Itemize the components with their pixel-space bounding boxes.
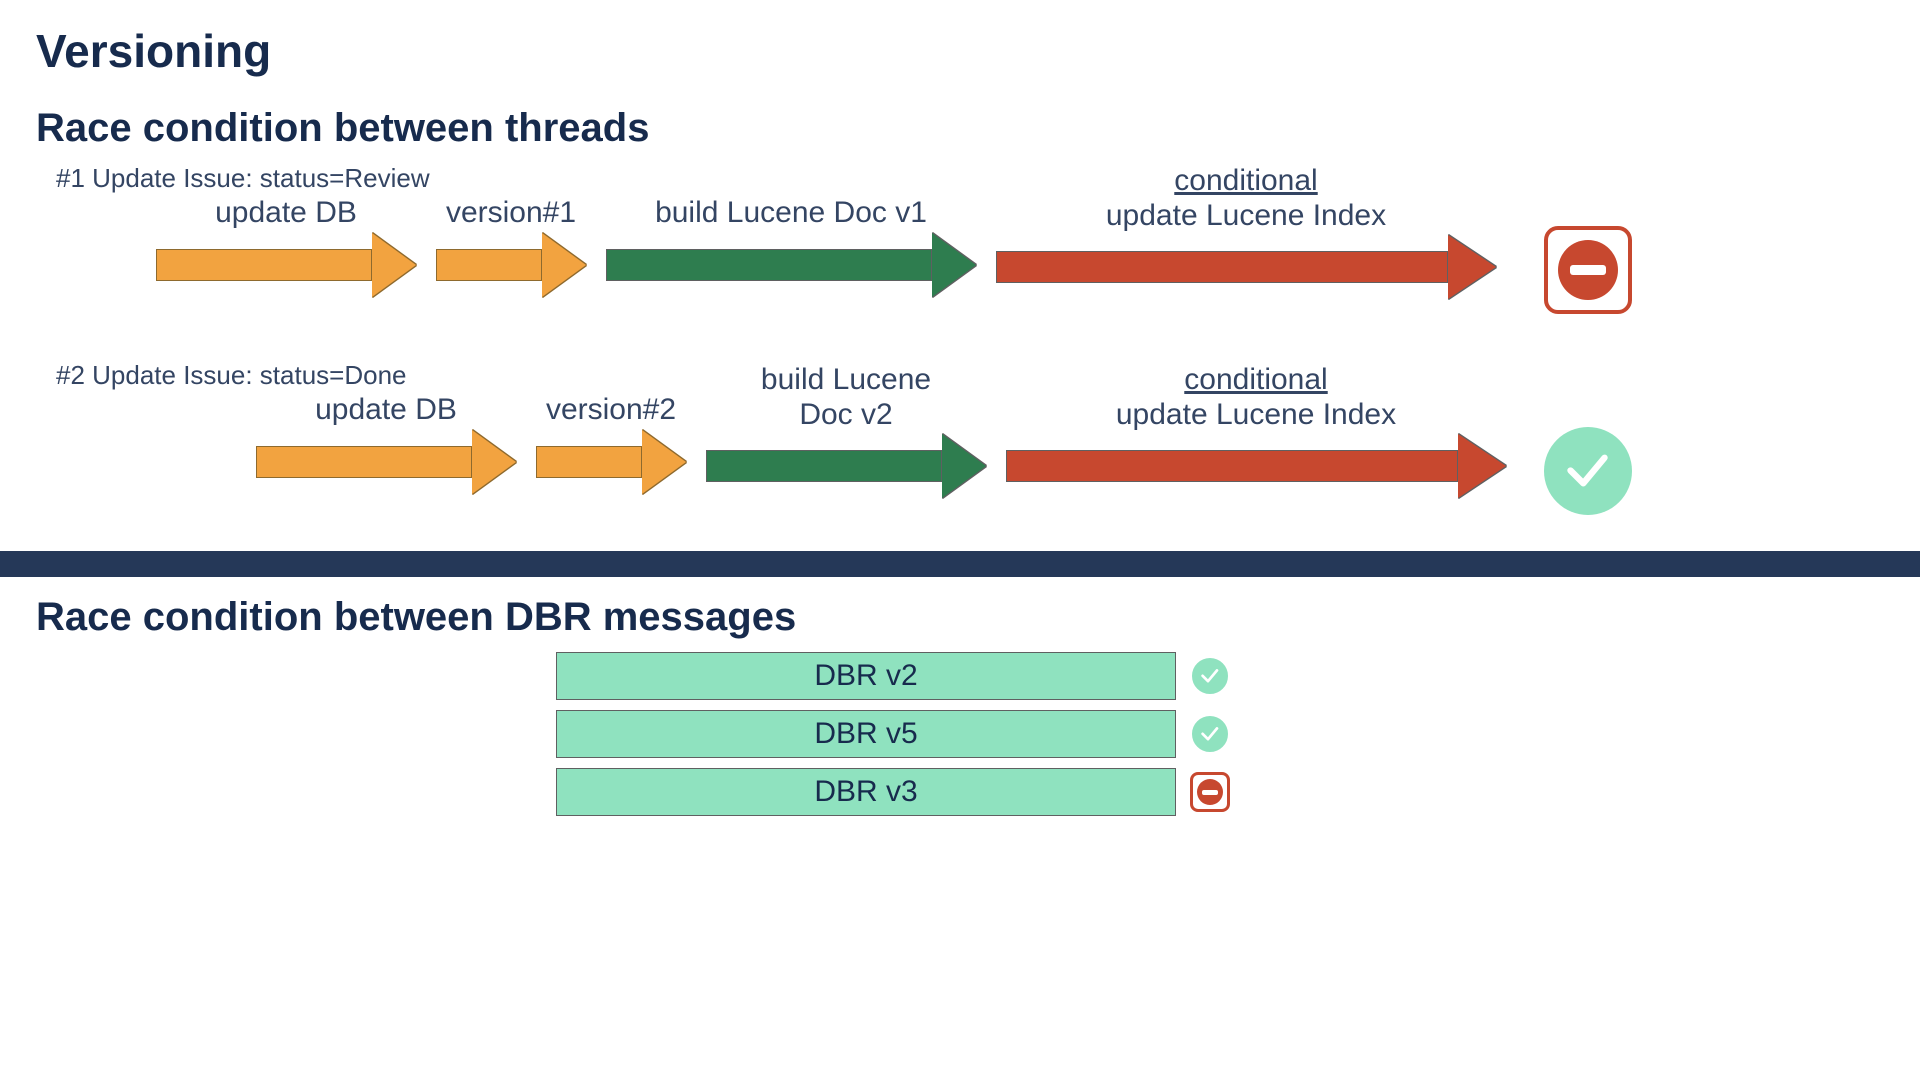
section-divider <box>0 551 1920 577</box>
dbr-box: DBR v2 <box>556 652 1176 700</box>
thread1-build-label: build Lucene Doc v1 <box>655 196 927 231</box>
page-title: Versioning <box>36 24 1884 78</box>
thread1-updatedb-label: update DB <box>215 196 357 231</box>
stop-icon <box>1544 226 1632 314</box>
thread2-version-label: version#2 <box>546 393 676 428</box>
arrow-green-icon <box>606 233 976 297</box>
dbr-box: DBR v5 <box>556 710 1176 758</box>
thread1-version-label: version#1 <box>446 196 576 231</box>
thread1-conditional-label: conditional update Lucene Index <box>1106 164 1386 233</box>
dbr-row: DBR v2 <box>36 652 1884 700</box>
stop-icon <box>1190 772 1230 812</box>
dbr-row: DBR v3 <box>36 768 1884 816</box>
check-icon <box>1544 427 1632 515</box>
arrow-red-icon <box>996 235 1496 299</box>
dbr-list: DBR v2 DBR v5 DBR v3 <box>36 652 1884 816</box>
thread1-note: #1 Update Issue: status=Review <box>56 163 1884 194</box>
dbr-box: DBR v3 <box>556 768 1176 816</box>
arrow-red-icon <box>1006 434 1506 498</box>
thread1-row: update DB version#1 build Lucene Doc v1 … <box>36 196 1884 336</box>
thread2-row: update DB version#2 build Lucene Doc v2 … <box>36 393 1884 533</box>
arrow-green-icon <box>706 434 986 498</box>
arrow-orange-icon <box>536 430 686 494</box>
arrow-orange-icon <box>436 233 586 297</box>
section2-heading: Race condition between DBR messages <box>36 595 1884 640</box>
section1-heading: Race condition between threads <box>36 106 1884 151</box>
arrow-orange-icon <box>256 430 516 494</box>
arrow-orange-icon <box>156 233 416 297</box>
thread2-conditional-label: conditional update Lucene Index <box>1116 363 1396 432</box>
thread2-build-label: build Lucene Doc v2 <box>761 363 931 432</box>
dbr-row: DBR v5 <box>36 710 1884 758</box>
check-icon <box>1190 714 1230 754</box>
thread2-updatedb-label: update DB <box>315 393 457 428</box>
check-icon <box>1190 656 1230 696</box>
